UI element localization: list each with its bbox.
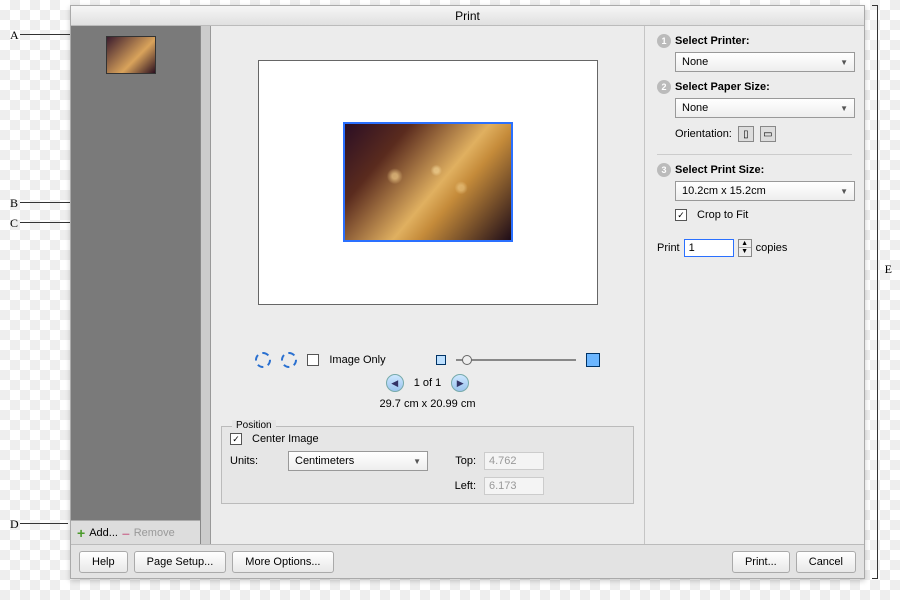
units-label: Units:	[230, 455, 280, 467]
chevron-down-icon: ▼	[840, 187, 848, 196]
image-only-label: Image Only	[329, 354, 385, 366]
select-printer-label: Select Printer:	[675, 35, 750, 47]
plus-icon: +	[77, 525, 85, 541]
crop-to-fit-checkbox[interactable]: ✓	[675, 209, 687, 221]
left-label: Left:	[436, 480, 476, 492]
selected-photo[interactable]	[343, 122, 513, 242]
preview-controls: Image Only ◀ 1 of 1 ▶ 29.7 cm x 20.99 cm	[215, 332, 640, 422]
paper-size-value: None	[682, 102, 708, 114]
chevron-down-icon: ▼	[413, 457, 421, 466]
print-dialog: Print + Add... – Remove	[70, 5, 865, 579]
units-value: Centimeters	[295, 455, 354, 467]
help-button[interactable]: Help	[79, 551, 128, 573]
zoom-in-icon[interactable]	[586, 353, 600, 367]
rotate-left-icon[interactable]	[255, 352, 271, 368]
top-field: 4.762	[484, 452, 544, 470]
pager-label: 1 of 1	[414, 377, 442, 389]
minus-icon: –	[122, 525, 130, 541]
printer-select[interactable]: None ▼	[675, 52, 855, 72]
zoom-slider[interactable]	[456, 354, 576, 366]
dialog-title: Print	[71, 6, 864, 26]
paper-size-select[interactable]: None ▼	[675, 98, 855, 118]
center-image-checkbox[interactable]: ✓	[230, 433, 242, 445]
position-legend: Position	[232, 420, 276, 431]
step-2-icon: 2	[657, 80, 671, 94]
step-3-icon: 3	[657, 163, 671, 177]
next-button[interactable]: ▶	[451, 374, 469, 392]
print-size-value: 10.2cm x 15.2cm	[682, 185, 766, 197]
left-field: 6.173	[484, 477, 544, 495]
page-setup-button[interactable]: Page Setup...	[134, 551, 227, 573]
callout-c: C	[10, 216, 18, 231]
crop-to-fit-label: Crop to Fit	[697, 209, 748, 221]
add-remove-bar: + Add... – Remove	[71, 520, 200, 544]
callout-e: E	[885, 262, 892, 277]
dialog-body: + Add... – Remove Image Only	[71, 26, 864, 544]
units-select[interactable]: Centimeters ▼	[288, 451, 428, 471]
print-size-select[interactable]: 10.2cm x 15.2cm ▼	[675, 181, 855, 201]
portrait-icon[interactable]: ▯	[738, 126, 754, 142]
center-image-label: Center Image	[252, 433, 319, 445]
dialog-footer: Help Page Setup... More Options... Print…	[71, 544, 864, 578]
landscape-icon[interactable]: ▭	[760, 126, 776, 142]
remove-button: Remove	[134, 527, 175, 539]
leader-d	[20, 523, 68, 524]
prev-button[interactable]: ◀	[386, 374, 404, 392]
paper-dimensions: 29.7 cm x 20.99 cm	[380, 398, 476, 410]
zoom-out-icon[interactable]	[436, 355, 446, 365]
rotate-right-icon[interactable]	[281, 352, 297, 368]
cancel-button[interactable]: Cancel	[796, 551, 856, 573]
preview-column: Image Only ◀ 1 of 1 ▶ 29.7 cm x 20.99 cm…	[211, 26, 644, 544]
image-only-checkbox[interactable]	[307, 354, 319, 366]
select-paper-label: Select Paper Size:	[675, 81, 770, 93]
top-label: Top:	[436, 455, 476, 467]
bracket-e	[872, 5, 878, 579]
printer-value: None	[682, 56, 708, 68]
position-panel: Position ✓ Center Image Units: Centimete…	[221, 426, 634, 504]
chevron-down-icon: ▼	[840, 58, 848, 67]
project-bin: + Add... – Remove	[71, 26, 201, 544]
step-1-icon: 1	[657, 34, 671, 48]
copies-input[interactable]	[684, 239, 734, 257]
print-preview-paper	[258, 60, 598, 305]
more-options-button[interactable]: More Options...	[232, 551, 333, 573]
callout-d: D	[10, 517, 19, 532]
printer-settings: 1 Select Printer: None ▼ 2 Select Paper Siz…	[644, 26, 864, 544]
callout-b: B	[10, 196, 18, 211]
photo-thumbnail[interactable]	[106, 36, 156, 74]
callout-a: A	[10, 28, 19, 43]
orientation-label: Orientation:	[675, 128, 732, 140]
copies-stepper[interactable]: ▲▼	[738, 239, 752, 257]
divider	[657, 154, 852, 155]
print-button[interactable]: Print...	[732, 551, 790, 573]
select-print-size-label: Select Print Size:	[675, 164, 764, 176]
copies-label: copies	[756, 242, 788, 254]
print-word: Print	[657, 242, 680, 254]
chevron-down-icon: ▼	[840, 104, 848, 113]
add-button[interactable]: Add...	[89, 527, 118, 539]
divider-strip	[201, 26, 211, 544]
